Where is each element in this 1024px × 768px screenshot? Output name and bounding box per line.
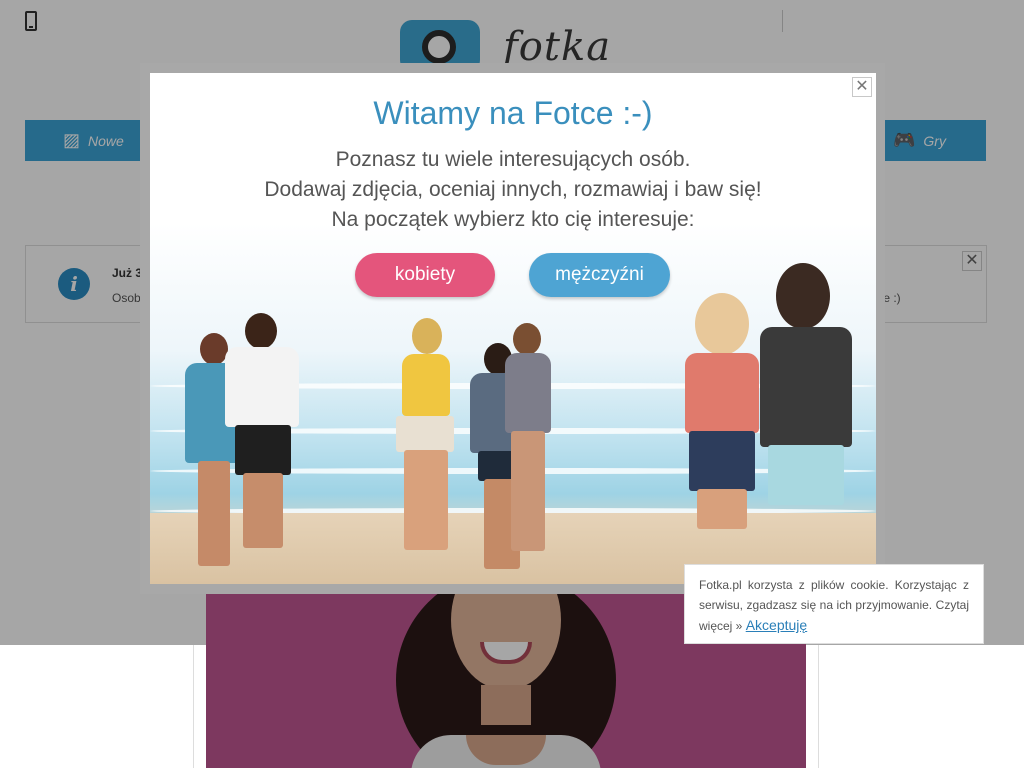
modal-line-2: Dodawaj zdjęcia, oceniaj innych, rozmawi…	[264, 178, 762, 201]
women-button[interactable]: kobiety	[355, 253, 495, 297]
men-button[interactable]: mężczyźni	[529, 253, 670, 297]
cookie-text: Fotka.pl korzysta z plików cookie. Korzy…	[699, 578, 969, 633]
modal-backdrop-photo	[206, 645, 806, 768]
cookie-notice: Fotka.pl korzysta z plików cookie. Korzy…	[684, 564, 984, 644]
content-divider-left	[193, 645, 194, 768]
beach-illustration	[150, 223, 876, 584]
modal-line-3: Na początek wybierz kto cię interesuje:	[331, 208, 695, 231]
modal-close-button[interactable]: ✕	[852, 77, 872, 97]
welcome-modal-content: ✕ Witamy na Fotce :-) Poznasz tu wiele i…	[150, 73, 876, 584]
modal-title: Witamy na Fotce :-)	[373, 95, 653, 131]
modal-line-1: Poznasz tu wiele interesujących osób.	[335, 148, 691, 171]
content-divider-right	[818, 645, 819, 768]
cookie-accept-link[interactable]: Akceptuję	[746, 617, 807, 633]
welcome-modal: ✕ Witamy na Fotce :-) Poznasz tu wiele i…	[140, 63, 885, 594]
